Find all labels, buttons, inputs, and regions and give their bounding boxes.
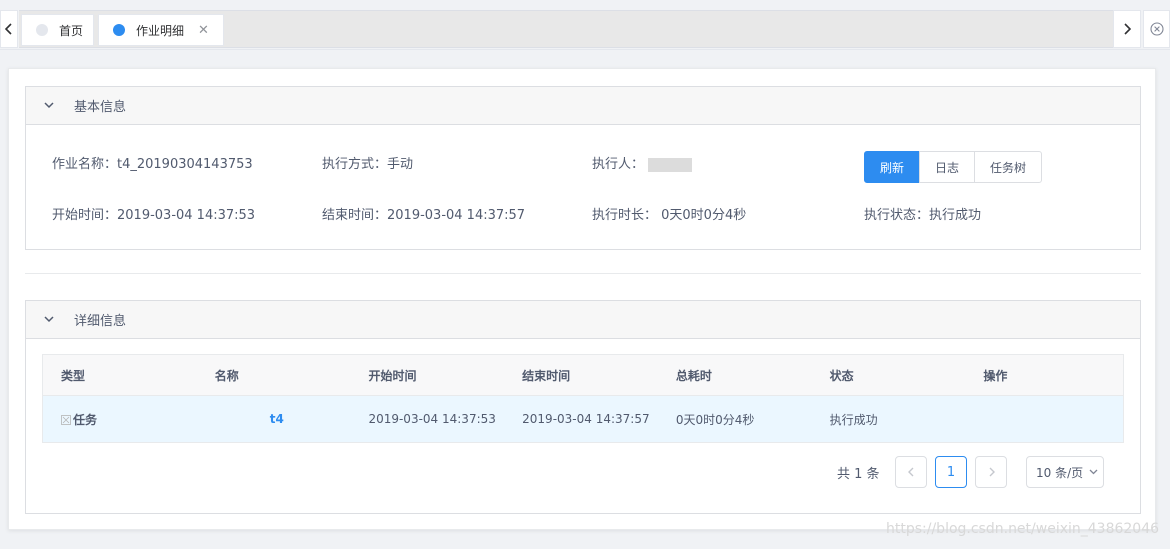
cell-status: 执行成功 (829, 412, 878, 427)
table-row[interactable]: 任务 t4 2019-03-04 14:37:53 2019-03-04 14:… (43, 396, 1123, 442)
tab-status-dot (113, 24, 125, 36)
cell-start: 2019-03-04 14:37:53 (368, 412, 496, 426)
tab-status-dot (36, 24, 48, 36)
executor-label: 执行人： (592, 157, 645, 172)
job-name-field: 作业名称：t4_20190304143753 (52, 157, 253, 172)
tab-label: 作业明细 (136, 23, 185, 38)
basic-info-panel: 基本信息 作业名称：t4_20190304143753 执行方式：手动 执行人：… (25, 86, 1141, 250)
start-time-field: 开始时间：2019-03-04 14:37:53 (52, 208, 256, 223)
next-page-button[interactable] (975, 456, 1007, 488)
panel-title: 基本信息 (74, 100, 127, 115)
exec-mode-field: 执行方式：手动 (322, 157, 414, 172)
close-icon[interactable]: ✕ (198, 23, 209, 38)
detail-info-panel: 详细信息 类型 名称 开始时间 结束时间 总耗时 状态 操作 任务 t4 201… (25, 300, 1141, 514)
action-button-group: 刷新 日志 任务树 (864, 151, 1042, 183)
column-header-name[interactable]: 名称 (197, 367, 351, 384)
chevron-down-icon (44, 316, 56, 323)
panel-title: 详细信息 (74, 314, 127, 329)
executor-field: 执行人： (592, 153, 693, 172)
column-header-action[interactable]: 操作 (965, 367, 1123, 384)
exec-status-field: 执行状态：执行成功 (864, 208, 982, 223)
tab-scroll-left-button[interactable] (0, 10, 18, 48)
page-size-value: 10 条/页 (1036, 465, 1084, 480)
chevron-left-icon (5, 23, 12, 35)
tab-scroll-right-button[interactable] (1113, 10, 1141, 48)
section-divider (25, 273, 1141, 274)
job-detail-card: 基本信息 作业名称：t4_20190304143753 执行方式：手动 执行人：… (8, 68, 1156, 530)
column-header-type[interactable]: 类型 (43, 367, 197, 384)
task-table: 类型 名称 开始时间 结束时间 总耗时 状态 操作 任务 t4 2019-03-… (42, 354, 1124, 443)
refresh-button[interactable]: 刷新 (864, 151, 920, 183)
task-tree-button[interactable]: 任务树 (974, 151, 1042, 183)
close-all-tabs-button[interactable] (1143, 10, 1170, 48)
column-header-elapsed[interactable]: 总耗时 (658, 367, 812, 384)
chevron-down-icon (44, 102, 56, 109)
watermark-text: https://blog.csdn.net/weixin_43862046 (886, 521, 1160, 537)
circle-close-icon (1149, 22, 1164, 36)
chevron-right-icon (989, 467, 995, 477)
column-header-start[interactable]: 开始时间 (350, 367, 504, 384)
basic-info-header[interactable]: 基本信息 (26, 87, 1140, 125)
prev-page-button[interactable] (895, 456, 927, 488)
pagination-total: 共 1 条 (837, 467, 880, 482)
tab-job-detail[interactable]: 作业明细 ✕ (98, 14, 224, 46)
cell-type: 任务 (43, 411, 197, 428)
log-button[interactable]: 日志 (919, 151, 975, 183)
table-header: 类型 名称 开始时间 结束时间 总耗时 状态 操作 (43, 355, 1123, 396)
detail-info-header[interactable]: 详细信息 (26, 301, 1140, 339)
type-label: 任务 (73, 412, 98, 427)
end-time-field: 结束时间：2019-03-04 14:37:57 (322, 208, 526, 223)
task-name-link[interactable]: t4 (215, 412, 284, 426)
column-header-status[interactable]: 状态 (812, 367, 966, 384)
tabs-track: 首页 作业明细 ✕ (19, 10, 1113, 48)
tab-home[interactable]: 首页 (21, 14, 94, 46)
chevron-right-icon (1124, 23, 1131, 35)
duration-field: 执行时长： 0天0时0分4秒 (592, 208, 747, 223)
task-icon (61, 414, 71, 425)
cell-elapsed: 0天0时0分4秒 (675, 412, 755, 427)
cell-end: 2019-03-04 14:37:57 (522, 412, 650, 426)
tab-label: 首页 (59, 23, 84, 38)
page-size-select[interactable]: 10 条/页 (1026, 456, 1104, 488)
column-header-end[interactable]: 结束时间 (504, 367, 658, 384)
chevron-down-icon (1089, 469, 1098, 475)
tab-bar: 首页 作业明细 ✕ (0, 0, 1170, 50)
cell-name: t4 (197, 412, 351, 426)
chevron-left-icon (907, 467, 913, 477)
redacted-executor (648, 157, 693, 172)
page-number-button[interactable]: 1 (935, 456, 967, 488)
